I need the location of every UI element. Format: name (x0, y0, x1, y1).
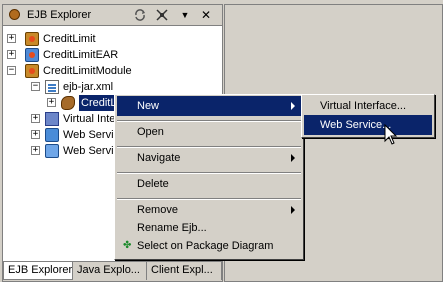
project-icon (25, 32, 39, 46)
expand-icon[interactable]: + (7, 34, 16, 43)
submenu-arrow-icon (291, 102, 295, 110)
view-title-bar: EJB Explorer ▼ ✕ (3, 5, 222, 26)
collapse-icon[interactable]: − (7, 66, 16, 75)
view-title: EJB Explorer (27, 9, 92, 21)
xml-file-icon (45, 80, 59, 94)
web-service-icon (45, 144, 59, 158)
expand-icon[interactable]: + (47, 98, 56, 107)
menu-item-rename-ejb[interactable]: Rename Ejb... (117, 218, 301, 238)
menu-item-label: Navigate (137, 152, 181, 164)
session-bean-icon (61, 96, 75, 110)
ejb-explorer-icon (9, 9, 20, 20)
tab-ejb-explorer[interactable]: EJB Explorer (3, 262, 73, 280)
tree-item-creditlimitear[interactable]: + CreditLimitEAR (3, 47, 222, 63)
expand-icon[interactable]: + (31, 114, 40, 123)
tree-item-label: CreditLimit (43, 33, 96, 45)
package-diagram-icon: ✤ (123, 240, 132, 251)
tree-item-label: Web Servic (63, 129, 120, 141)
menu-item-web-service[interactable]: Web Service... (304, 115, 432, 135)
web-service-icon (45, 128, 59, 142)
menu-item-delete[interactable]: Delete (117, 174, 301, 194)
tree-item-creditlimit[interactable]: + CreditLimit (3, 31, 222, 47)
submenu-arrow-icon (291, 154, 295, 162)
close-icon[interactable]: ✕ (199, 8, 213, 22)
submenu-arrow-icon (291, 206, 295, 214)
virtual-interface-icon (45, 112, 59, 126)
expand-icon[interactable]: + (31, 130, 40, 139)
mouse-pointer-icon (384, 124, 398, 145)
view-tabs: EJB Explorer Java Explo... Client Expl..… (3, 261, 222, 281)
tree-item-label: CreditLimitModule (43, 65, 132, 77)
tree-item-creditlimitmodule[interactable]: − CreditLimitModule (3, 63, 222, 79)
menu-item-label: Remove (137, 204, 178, 216)
ear-project-icon (25, 48, 39, 62)
menu-item-open[interactable]: Open (117, 122, 301, 142)
context-menu: New Open Navigate Delete Remove Rename E… (114, 94, 304, 260)
menu-item-virtual-interface[interactable]: Virtual Interface... (304, 96, 432, 116)
menu-item-select-on-package-diagram[interactable]: ✤ Select on Package Diagram (117, 236, 301, 256)
tree-item-label: Web Servic (63, 145, 120, 157)
tab-client-explorer[interactable]: Client Expl... (147, 262, 222, 280)
view-menu-icon[interactable]: ▼ (178, 8, 192, 22)
menu-item-label: New (137, 100, 160, 112)
collapse-all-icon[interactable] (155, 8, 169, 22)
tree-item-label: Virtual Inte (63, 113, 116, 125)
tree-item-label: ejb-jar.xml (63, 81, 114, 93)
collapse-icon[interactable]: − (31, 82, 40, 91)
tree-item-ejb-jar-xml[interactable]: − ejb-jar.xml (3, 79, 222, 95)
menu-item-new[interactable]: New (117, 96, 301, 116)
sync-icon[interactable] (133, 8, 147, 22)
menu-item-label: Select on Package Diagram (137, 240, 274, 252)
expand-icon[interactable]: + (31, 146, 40, 155)
new-submenu: Virtual Interface... Web Service... (301, 94, 435, 138)
menu-item-remove[interactable]: Remove (117, 200, 301, 220)
tree-item-label: CreditLimitEAR (43, 49, 119, 61)
menu-item-navigate[interactable]: Navigate (117, 148, 301, 168)
ejb-module-icon (25, 64, 39, 78)
expand-icon[interactable]: + (7, 50, 16, 59)
tab-java-explorer[interactable]: Java Explo... (73, 262, 147, 280)
